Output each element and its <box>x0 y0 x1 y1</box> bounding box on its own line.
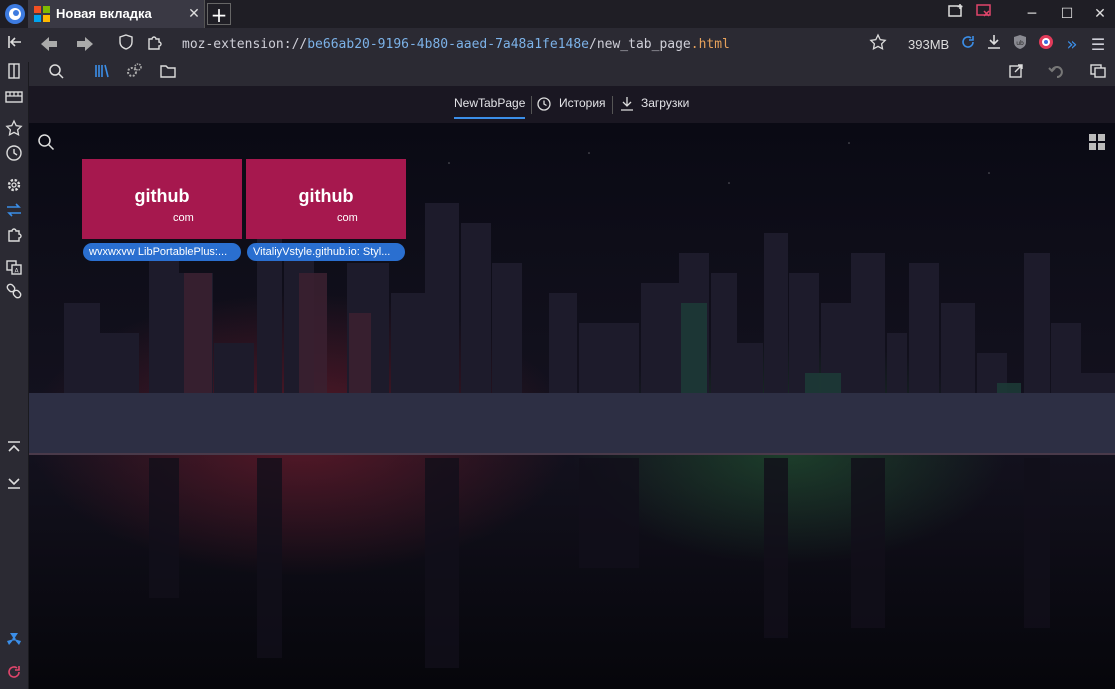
tile-label[interactable]: wvxwxvw LibPortablePlus:... <box>83 243 241 261</box>
svg-text:ub: ub <box>1016 40 1024 47</box>
radiation-icon[interactable] <box>2 631 26 655</box>
nav-downloads[interactable]: Загрузки <box>641 96 689 110</box>
tab-new-tab[interactable]: Новая вкладка <box>28 0 205 28</box>
undo-close-tab-icon[interactable] <box>1044 62 1068 86</box>
container-add-icon[interactable] <box>944 2 968 26</box>
extension-puzzle-icon[interactable] <box>142 33 166 57</box>
back-button[interactable] <box>37 33 61 57</box>
forward-button[interactable] <box>73 33 97 57</box>
sidebar-addons-icon[interactable] <box>2 225 26 249</box>
toolbar-search-icon[interactable] <box>44 62 68 86</box>
shield-icon[interactable] <box>114 33 138 57</box>
secondary-toolbar <box>28 62 1115 86</box>
left-sidebar: A <box>0 62 29 689</box>
downloads-icon <box>621 97 633 111</box>
library-icon[interactable] <box>90 62 114 86</box>
apps-grid-icon[interactable] <box>1088 133 1106 151</box>
open-external-icon[interactable] <box>1004 62 1028 86</box>
folder-icon[interactable] <box>156 62 180 86</box>
sidebar-link-icon[interactable] <box>2 282 26 306</box>
newtab-top-nav: NewTabPage История Загрузки <box>29 86 1115 123</box>
tile-label[interactable]: VitaliyVstyle.github.io: Styl... <box>247 243 405 261</box>
nav-newtabpage[interactable]: NewTabPage <box>454 96 526 119</box>
windows-favicon-icon <box>34 6 50 22</box>
address-field[interactable]: moz-extension://be66ab20-9196-4b80-aaed-… <box>182 37 730 52</box>
sidebar-panels-icon[interactable] <box>2 62 26 86</box>
sidebar-sync-icon[interactable] <box>2 201 26 225</box>
url-host: be66ab20-9196-4b80-aaed-7a48a1fe148e <box>307 37 589 52</box>
tab-title: Новая вкладка <box>56 6 152 21</box>
nav-history[interactable]: История <box>559 96 606 110</box>
url-extension: .html <box>690 37 730 52</box>
sidebar-history-icon[interactable] <box>2 144 26 168</box>
sidebar-reload-icon[interactable] <box>2 663 26 687</box>
speed-dial-tile[interactable]: github com <box>246 159 406 239</box>
tab-switch-icon[interactable] <box>1086 62 1110 86</box>
minimize-button[interactable]: ─ <box>1020 2 1044 26</box>
browser-logo-icon[interactable] <box>4 3 26 25</box>
screen-cast-icon[interactable] <box>972 2 996 26</box>
new-tab-button[interactable]: + <box>207 3 231 26</box>
ublock-icon[interactable]: ub <box>1008 33 1032 57</box>
menu-hamburger-icon[interactable]: ☰ <box>1086 33 1110 57</box>
stylus-icon[interactable] <box>1034 33 1058 57</box>
tab-close-button[interactable]: ✕ <box>184 3 204 25</box>
memory-usage[interactable]: 393MB <box>908 37 949 52</box>
sidebar-translate-icon[interactable]: A <box>2 258 26 282</box>
title-bar: Новая вкладка ✕ + ─ ☐ ✕ <box>0 0 1115 28</box>
sidebar-settings-icon[interactable] <box>2 176 26 200</box>
nav-separator <box>531 96 532 114</box>
tile-name: github <box>134 186 190 206</box>
new-tab-page: NewTabPage История Загрузки github com w… <box>29 86 1115 689</box>
tile-tld: com <box>173 212 194 224</box>
gears-icon[interactable] <box>122 62 146 86</box>
speed-dial-tile[interactable]: github com <box>82 159 242 239</box>
scroll-top-icon[interactable] <box>2 438 26 462</box>
url-path: /new_tab_page <box>589 37 691 52</box>
bookmark-star-icon[interactable] <box>866 33 890 57</box>
history-icon <box>537 97 551 111</box>
download-icon[interactable] <box>982 33 1006 57</box>
nav-separator <box>612 96 613 114</box>
page-search-icon[interactable] <box>37 133 55 151</box>
reload-icon[interactable] <box>956 33 980 57</box>
sidebar-bookmarks-icon[interactable] <box>2 119 26 143</box>
tile-tld: com <box>337 212 358 224</box>
navigation-bar: moz-extension://be66ab20-9196-4b80-aaed-… <box>0 28 1115 62</box>
sidebar-tabs-icon[interactable] <box>2 88 26 112</box>
url-scheme: moz-extension:// <box>182 37 308 52</box>
tile-name: github <box>298 186 354 206</box>
sidebar-collapse-icon[interactable] <box>3 33 27 57</box>
close-window-button[interactable]: ✕ <box>1088 2 1112 26</box>
maximize-button[interactable]: ☐ <box>1055 2 1079 26</box>
scroll-bottom-icon[interactable] <box>2 474 26 498</box>
overflow-chevron-icon[interactable]: » <box>1060 33 1084 57</box>
